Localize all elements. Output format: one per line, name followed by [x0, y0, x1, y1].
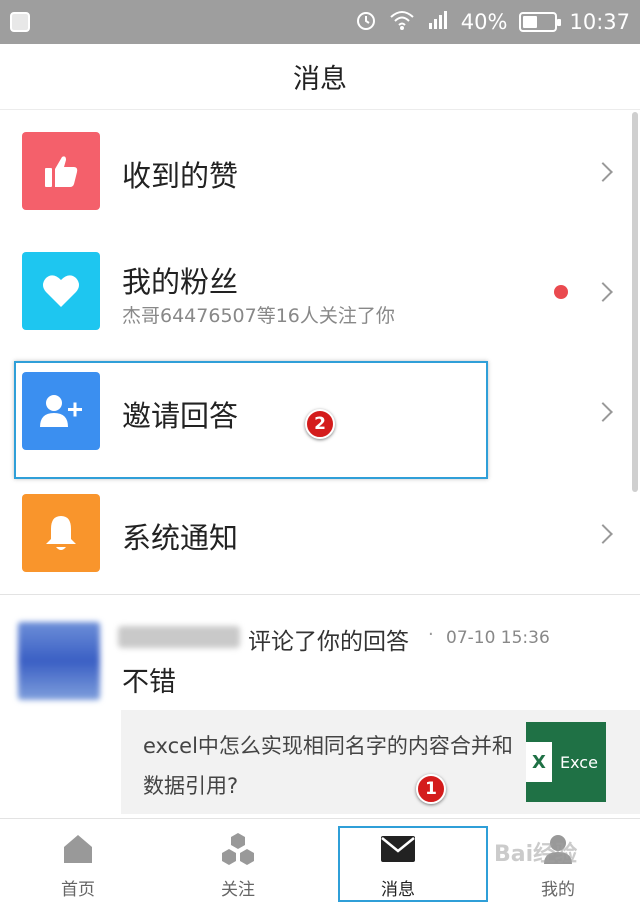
follow-icon: [220, 831, 256, 867]
signal-icon: [427, 9, 449, 36]
menu-item-system-notice[interactable]: 系统通知: [0, 471, 640, 591]
tab-home[interactable]: 首页: [8, 819, 148, 902]
app-notification-icon: [10, 12, 30, 32]
tab-label: 关注: [221, 880, 255, 900]
home-icon: [60, 831, 96, 867]
menu-item-subtitle: 杰哥64476507等16人关注了你: [122, 305, 395, 327]
status-right: 40% 10:37: [355, 0, 630, 44]
unread-dot: [554, 285, 568, 299]
alarm-icon: [355, 9, 377, 36]
chevron-right-icon: [593, 402, 613, 422]
section-divider: [0, 594, 640, 595]
menu-item-likes[interactable]: 收到的赞: [0, 111, 640, 231]
chevron-right-icon: [593, 282, 613, 302]
scrollbar[interactable]: [632, 112, 638, 492]
clock: 10:37: [569, 10, 630, 34]
quoted-question-card[interactable]: excel中怎么实现相同名字的内容合并和数据引用? X Exce: [121, 710, 640, 814]
status-bar: 40% 10:37: [0, 0, 640, 44]
wifi-icon: [389, 9, 415, 36]
excel-logo-icon: X: [526, 742, 552, 782]
menu-item-fans[interactable]: 我的粉丝 杰哥64476507等16人关注了你: [0, 231, 640, 351]
quoted-question-text: excel中怎么实现相同名字的内容合并和数据引用?: [143, 734, 513, 798]
bell-icon: [22, 494, 100, 572]
annotation-tab-highlight: [338, 826, 488, 902]
annotation-badge-2: 2: [305, 409, 335, 439]
annotation-badge-1: 1: [416, 774, 446, 804]
menu-item-label: 系统通知: [122, 521, 239, 555]
comment-action: 评论了你的回答: [248, 629, 409, 655]
watermark: Bai经验: [494, 842, 578, 867]
thumbs-up-icon: [22, 132, 100, 210]
thumbnail-text: Exce: [560, 752, 598, 772]
comment-timestamp: 07-10 15:36: [446, 628, 550, 648]
chevron-right-icon: [593, 162, 613, 182]
commenter-name-blurred: [118, 626, 240, 648]
annotation-highlight: [14, 361, 488, 479]
excel-thumbnail: X Exce: [526, 722, 606, 802]
chevron-right-icon: [593, 524, 613, 544]
battery-icon: [519, 12, 562, 32]
separator-dot: ·: [428, 624, 434, 645]
menu-item-label: 我的粉丝: [122, 265, 239, 299]
tab-label: 首页: [61, 880, 95, 900]
tab-follow[interactable]: 关注: [168, 819, 308, 902]
heart-icon: [22, 252, 100, 330]
avatar[interactable]: [18, 622, 100, 700]
comment-text: 不错: [122, 667, 176, 698]
tab-label: 我的: [541, 880, 575, 900]
page-title: 消息: [0, 44, 640, 110]
battery-percent: 40%: [460, 10, 508, 34]
menu-item-label: 收到的赞: [122, 159, 239, 193]
